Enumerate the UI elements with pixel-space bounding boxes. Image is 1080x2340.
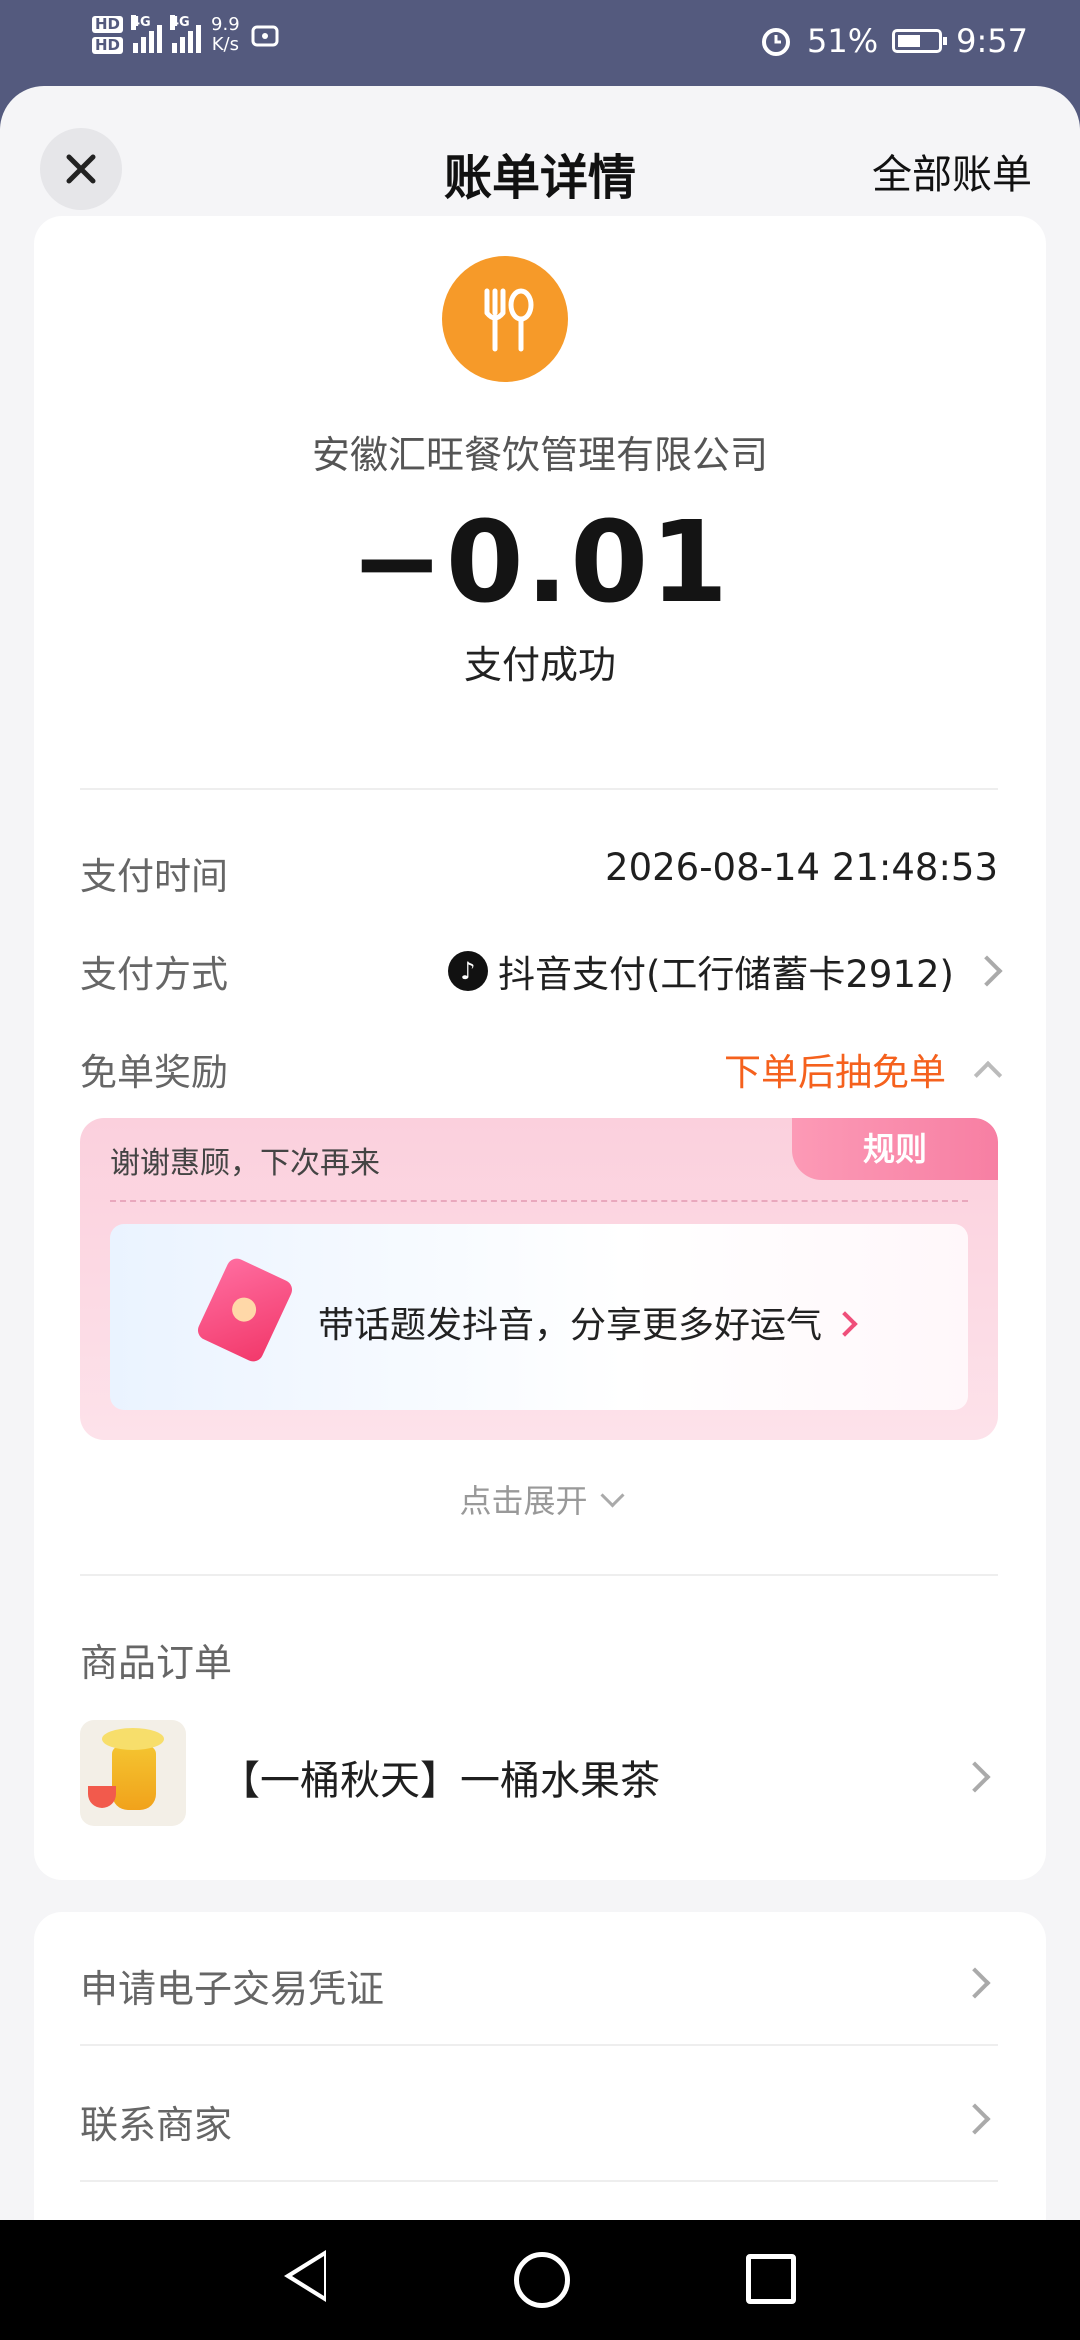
chevron-down-icon (599, 1483, 625, 1508)
product-name: 【一桶秋天】一桶水果茶 (220, 1758, 660, 1804)
hd-icon: HD HD (92, 14, 124, 56)
chevron-up-icon (973, 1060, 1003, 1090)
fork-spoon-icon (484, 288, 534, 352)
reward-result-text: 谢谢惠顾，下次再来 (110, 1146, 380, 1181)
reward-card: 谢谢惠顾，下次再来 规则 带话题发抖音，分享更多好运气 (80, 1118, 998, 1440)
payment-status: 支付成功 (463, 643, 616, 687)
merchant-name: 安徽汇旺餐饮管理有限公司 (311, 433, 768, 477)
request-voucher-row[interactable]: 申请电子交易凭证 (80, 1936, 998, 2026)
chevron-right-icon (832, 1311, 858, 1337)
payment-method-label: 支付方式 (80, 953, 228, 996)
divider (80, 2180, 998, 2182)
status-bar: HD HD 4G 4G 9.9 K/s 51% 9:57 (0, 0, 1080, 90)
signal-4g-icon: 4G (131, 15, 163, 53)
chevron-right-icon (959, 1761, 991, 1793)
all-bills-link[interactable]: 全部账单 (872, 142, 1032, 200)
home-icon[interactable] (514, 2252, 570, 2308)
chevron-right-icon (959, 1967, 991, 1999)
system-navigation-bar (0, 2220, 1080, 2340)
payment-method-value-group: ♪ 抖音支付(工行储蓄卡2912) (447, 944, 1003, 998)
expand-button[interactable]: 点击展开 (0, 1476, 1080, 1522)
signal-4g-icon-2: 4G (170, 15, 202, 53)
divider (80, 2044, 998, 2046)
dashed-divider (110, 1200, 968, 1202)
share-banner[interactable]: 带话题发抖音，分享更多好运气 (110, 1224, 968, 1410)
alarm-icon (762, 28, 791, 56)
free-order-reward-value-group: 下单后抽免单 (724, 1042, 1003, 1096)
red-envelope-icon (194, 1255, 296, 1365)
merchant-avatar (442, 256, 568, 382)
fruit-tea-cup-image (102, 1728, 164, 1810)
divider (80, 788, 998, 790)
payment-method-value: 抖音支付(工行储蓄卡2912) (497, 953, 954, 996)
free-order-reward-row[interactable]: 免单奖励 下单后抽免单 (80, 1034, 1003, 1096)
divider (80, 1574, 998, 1576)
product-thumbnail (80, 1720, 186, 1826)
rules-button[interactable]: 规则 (792, 1118, 998, 1180)
network-speed: 9.9 K/s (211, 14, 240, 55)
watermelon-slice-image (88, 1786, 116, 1808)
bill-detail-sheet: 账单详情 全部账单 安徽汇旺餐饮管理有限公司 −0.01 支付成功 支付时间 2… (0, 86, 1080, 2220)
payment-amount: −0.01 (349, 498, 731, 628)
recent-apps-icon[interactable] (746, 2254, 796, 2304)
status-left-group: HD HD 4G 4G 9.9 K/s (92, 14, 280, 56)
expand-label: 点击展开 (459, 1482, 588, 1520)
battery-percent: 51% (807, 22, 879, 60)
free-order-reward-value: 下单后抽免单 (724, 1051, 946, 1094)
request-voucher-label: 申请电子交易凭证 (80, 1967, 385, 2011)
contact-merchant-row[interactable]: 联系商家 (80, 2072, 998, 2162)
free-order-reward-label: 免单奖励 (80, 1051, 228, 1094)
payment-time-value: 2026-08-14 21:48:53 (605, 846, 998, 889)
douyin-pay-icon: ♪ (447, 951, 488, 991)
battery-charging-icon (892, 29, 948, 53)
payment-time-label: 支付时间 (80, 855, 228, 898)
share-text-group: 带话题发抖音，分享更多好运气 (318, 1296, 858, 1348)
order-section-title: 商品订单 (80, 1641, 233, 1685)
header: 账单详情 全部账单 (0, 86, 1080, 210)
order-item[interactable]: 【一桶秋天】一桶水果茶 (80, 1720, 998, 1830)
clock: 9:57 (956, 22, 1028, 60)
status-right-group: 51% 9:57 (759, 22, 1028, 60)
chevron-right-icon (959, 2103, 991, 2135)
contact-merchant-label: 联系商家 (80, 2103, 233, 2147)
payment-method-row[interactable]: 支付方式 ♪ 抖音支付(工行储蓄卡2912) (80, 936, 1003, 998)
back-icon[interactable] (284, 2250, 326, 2302)
tiktok-notification-icon (251, 25, 279, 47)
payment-time-row: 支付时间 2026-08-14 21:48:53 (80, 838, 998, 898)
share-text: 带话题发抖音，分享更多好运气 (318, 1305, 823, 1346)
chevron-right-icon (971, 955, 1003, 987)
